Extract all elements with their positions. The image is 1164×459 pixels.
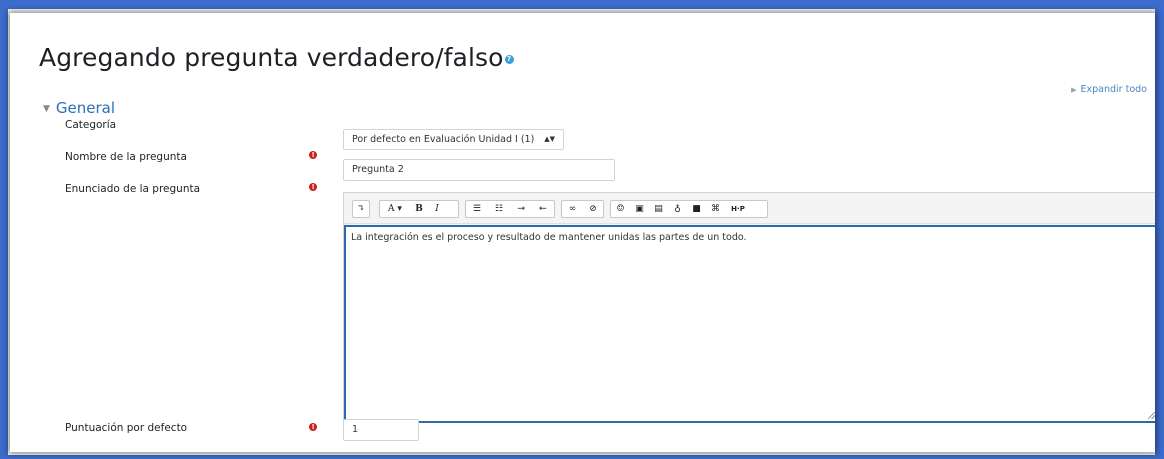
question-name-label: Nombre de la pregunta — [65, 151, 187, 163]
category-label: Categoría — [65, 119, 117, 131]
toolbar-group-links: ∞ ⊘ — [561, 200, 604, 218]
question-name-input[interactable]: Pregunta 2 — [343, 159, 615, 181]
link-icon[interactable]: ∞ — [562, 201, 583, 217]
expand-all-label: Expandir todo — [1080, 84, 1147, 95]
manage-files-icon[interactable]: ⌘ — [706, 201, 725, 217]
resize-handle-icon[interactable] — [1148, 412, 1155, 419]
editor-content-text: La integración es el proceso y resultado… — [351, 232, 747, 243]
video-icon[interactable]: ■ — [687, 201, 706, 217]
font-style-icon[interactable]: A ▾ — [380, 201, 410, 217]
outdent-icon[interactable]: ⇤ — [532, 201, 554, 217]
page-title: Agregando pregunta verdadero/falso? — [39, 43, 514, 72]
ordered-list-icon[interactable]: ☷ — [488, 201, 510, 217]
italic-icon[interactable]: I — [428, 201, 446, 217]
category-select-value: Por defecto en Evaluación Unidad I (1) — [352, 134, 535, 145]
required-icon: ! — [309, 183, 317, 191]
caret-down-icon: ▼ — [43, 103, 50, 114]
rich-text-editor: ↴ A ▾ B I ☰ ☷ ⇥ ⇤ ∞ ⊘ ☺ ▣ ▤ ♁ ■ ⌘ H·P La… — [343, 192, 1155, 423]
question-statement-label: Enunciado de la pregunta — [65, 183, 201, 195]
required-icon: ! — [309, 423, 317, 431]
editor-content-area[interactable]: La integración es el proceso y resultado… — [344, 225, 1155, 423]
section-general-title: General — [55, 99, 116, 117]
toolbar-group-lists: ☰ ☷ ⇥ ⇤ — [465, 200, 555, 218]
editor-toolbar: ↴ A ▾ B I ☰ ☷ ⇥ ⇤ ∞ ⊘ ☺ ▣ ▤ ♁ ■ ⌘ H·P — [344, 193, 1155, 224]
form-panel: Agregando pregunta verdadero/falso? ▶ Exp… — [10, 13, 1155, 452]
toolbar-group-media: ☺ ▣ ▤ ♁ ■ ⌘ H·P — [610, 200, 768, 218]
category-select[interactable]: Por defecto en Evaluación Unidad I (1) ▲… — [343, 129, 564, 150]
unordered-list-icon[interactable]: ☰ — [466, 201, 488, 217]
file-icon[interactable]: ▤ — [649, 201, 668, 217]
toolbar-toggle-icon[interactable]: ↴ — [353, 201, 369, 217]
indent-icon[interactable]: ⇥ — [510, 201, 532, 217]
bold-icon[interactable]: B — [410, 201, 428, 217]
caret-right-icon: ▶ — [1071, 86, 1077, 94]
microphone-icon[interactable]: ♁ — [668, 201, 687, 217]
h5p-icon[interactable]: H·P — [725, 201, 751, 217]
emoji-icon[interactable]: ☺ — [611, 201, 630, 217]
help-icon[interactable]: ? — [504, 54, 514, 64]
default-grade-label: Puntuación por defecto — [65, 422, 188, 434]
page-title-text: Agregando pregunta verdadero/falso — [39, 43, 504, 72]
toolbar-group-style: A ▾ B I — [379, 200, 459, 218]
select-arrows-icon: ▲▼ — [544, 135, 555, 143]
required-icon: ! — [309, 151, 317, 159]
image-icon[interactable]: ▣ — [630, 201, 649, 217]
section-general-toggle[interactable]: ▼ General — [43, 99, 115, 117]
default-grade-input[interactable]: 1 — [343, 419, 419, 441]
unlink-icon[interactable]: ⊘ — [583, 201, 603, 217]
expand-all-link[interactable]: ▶ Expandir todo — [1071, 84, 1147, 95]
toolbar-group-toggle: ↴ — [352, 200, 370, 218]
